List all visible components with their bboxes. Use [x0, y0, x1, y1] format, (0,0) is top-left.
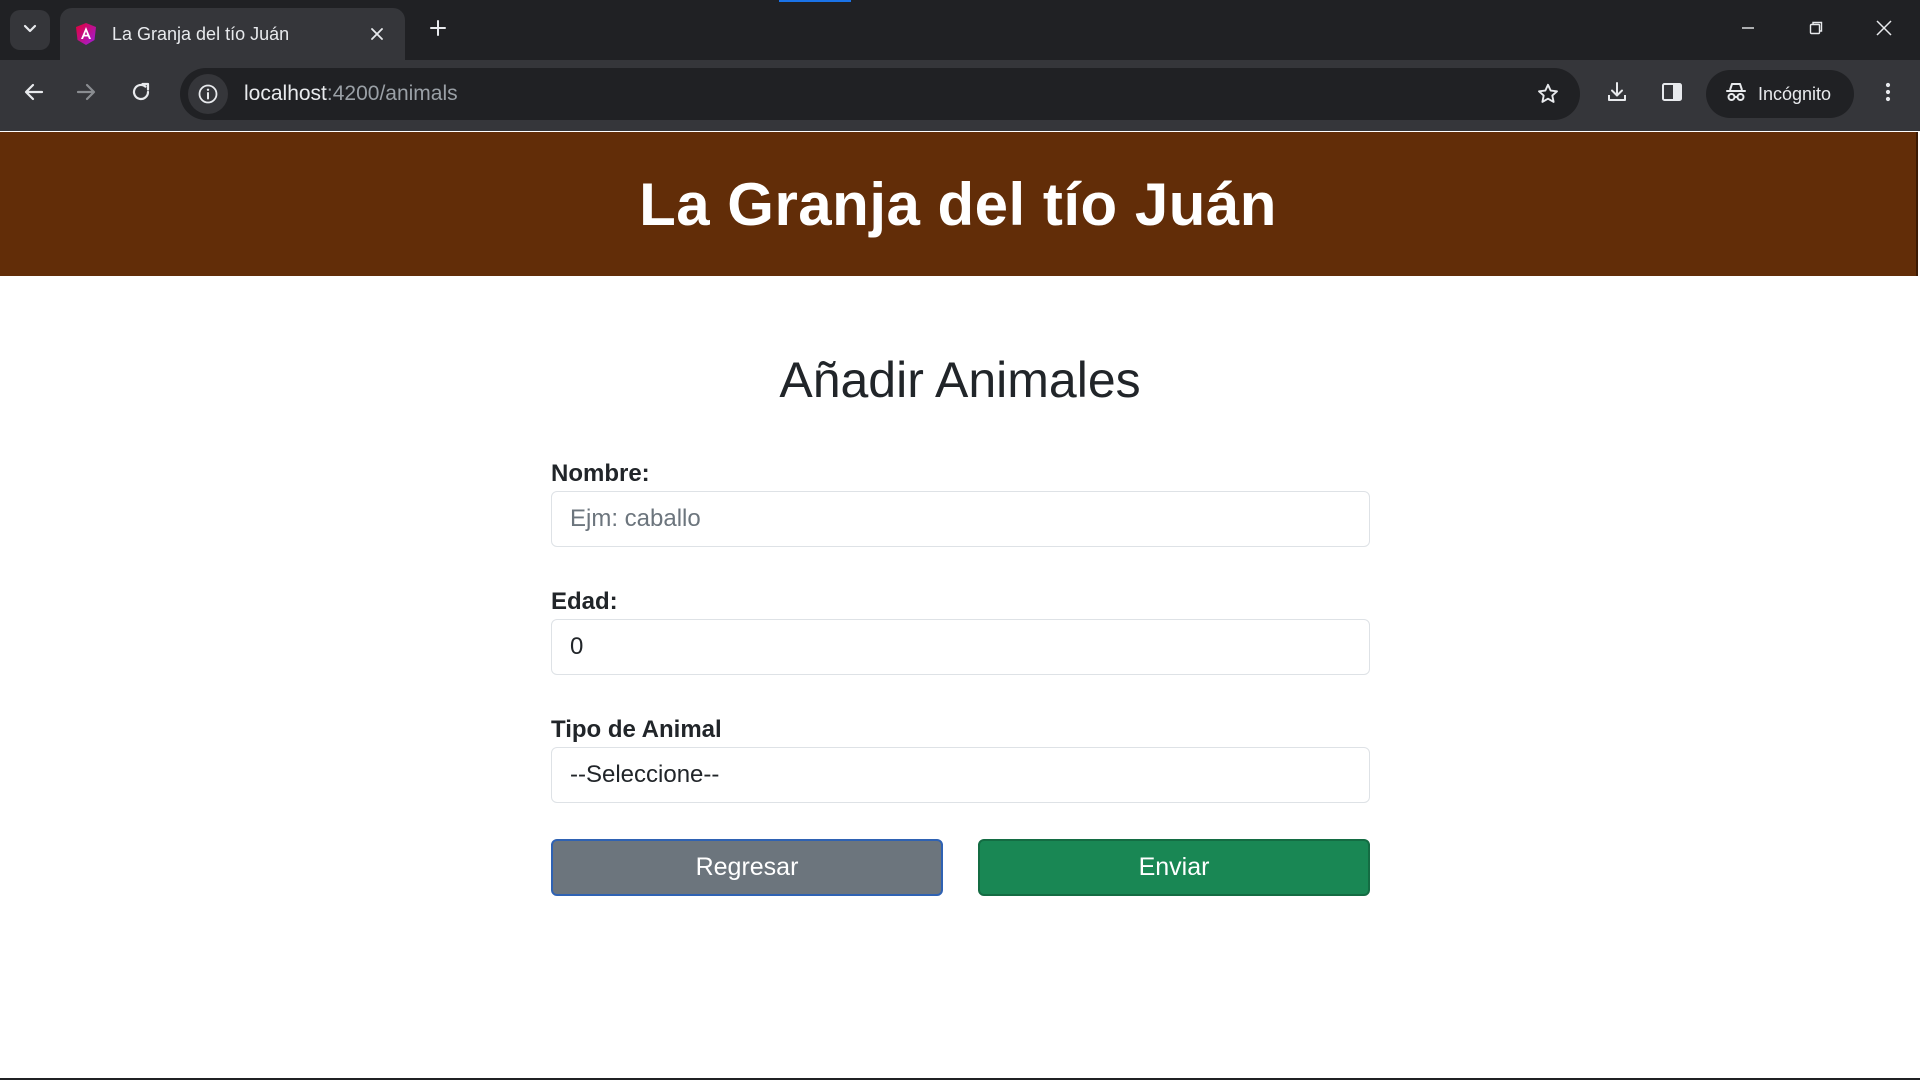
tab-title: La Granja del tío Juán [112, 23, 290, 44]
loading-indicator [779, 0, 851, 2]
active-tab[interactable]: La Granja del tío Juán [60, 8, 405, 60]
star-icon[interactable] [1528, 74, 1568, 114]
reload-button[interactable] [121, 74, 161, 114]
form-title: Añadir Animales [779, 352, 1141, 408]
restore-icon [1808, 20, 1824, 41]
url-host: localhost [244, 82, 327, 105]
site-title: La Granja del tío Juán [639, 170, 1277, 238]
nombre-input[interactable] [551, 491, 1370, 547]
url-text: localhost:4200/animals [244, 82, 1528, 106]
incognito-label: Incógnito [1758, 83, 1832, 104]
angular-favicon-icon [74, 22, 98, 46]
browser-toolbar: localhost:4200/animals Incógnito [0, 60, 1920, 131]
download-icon [1605, 80, 1629, 109]
window-close-icon [1875, 19, 1893, 42]
download-button[interactable] [1597, 74, 1637, 114]
edad-label: Edad: [551, 588, 618, 615]
page-viewport: La Granja del tío Juán Añadir Animales N… [0, 131, 1920, 1080]
tipo-animal-label: Tipo de Animal [551, 716, 722, 743]
back-button[interactable] [14, 74, 54, 114]
nombre-label: Nombre: [551, 460, 650, 487]
side-panel-button[interactable] [1652, 74, 1692, 114]
browser-menu-button[interactable] [1868, 74, 1908, 114]
address-bar[interactable]: localhost:4200/animals [180, 68, 1580, 120]
forward-button[interactable] [66, 74, 106, 114]
incognito-badge[interactable]: Incógnito [1706, 70, 1854, 118]
tipo-animal-selected: --Seleccione-- [570, 761, 720, 788]
reload-icon [130, 81, 152, 108]
site-header: La Granja del tío Juán [0, 132, 1918, 276]
restore-button[interactable] [1782, 0, 1850, 60]
window-close-button[interactable] [1850, 0, 1918, 60]
close-icon[interactable] [363, 20, 391, 48]
incognito-icon [1724, 80, 1748, 109]
forward-arrow-icon [75, 81, 97, 108]
side-panel-icon [1660, 80, 1684, 109]
back-arrow-icon [23, 81, 45, 108]
chevron-down-icon [21, 19, 39, 42]
url-path: :4200/animals [326, 82, 458, 105]
minimize-button[interactable] [1714, 0, 1782, 60]
more-vert-icon [1884, 80, 1892, 109]
site-info-icon[interactable] [188, 74, 228, 114]
regresar-button[interactable]: Regresar [551, 839, 943, 896]
minimize-icon [1740, 20, 1756, 41]
plus-icon [428, 18, 448, 43]
browser-tab-strip: La Granja del tío Juán [0, 0, 1920, 60]
new-tab-button[interactable] [420, 12, 456, 48]
tab-search-button[interactable] [10, 10, 50, 50]
enviar-button[interactable]: Enviar [978, 839, 1370, 896]
tipo-animal-select[interactable]: --Seleccione-- [551, 747, 1370, 803]
edad-input[interactable] [551, 619, 1370, 675]
